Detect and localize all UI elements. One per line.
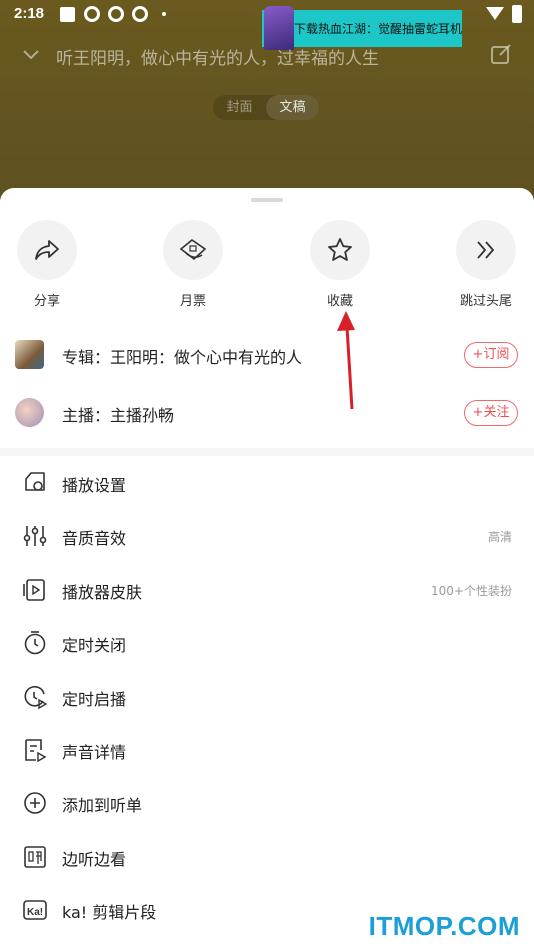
site-watermark: ITMOP.COM xyxy=(368,911,520,941)
equalizer-icon xyxy=(22,523,48,549)
menu-item-label: 播放设置 xyxy=(62,476,127,495)
menu-item-label: 音质音效 xyxy=(62,529,127,549)
menu-item-audio-quality[interactable]: 音质音效 高清 xyxy=(0,509,534,562)
chevron-down-icon[interactable] xyxy=(22,46,40,69)
annotation-arrow-icon xyxy=(337,311,355,410)
menu-item-label: ka! 剪辑片段 xyxy=(62,903,157,923)
notification-app-icon xyxy=(132,6,148,22)
ticket-label: 月票 xyxy=(179,294,206,309)
menu-item-scheduled-play[interactable]: 定时启播 xyxy=(0,670,534,723)
share-icon xyxy=(17,220,77,280)
notification-square-icon xyxy=(60,7,75,22)
more-notifications-dot xyxy=(162,12,166,16)
album-cover-thumbnail xyxy=(15,340,44,369)
menu-item-listen-read[interactable]: 边听边看 xyxy=(0,830,534,883)
menu-item-player-skin[interactable]: 播放器皮肤 100+个性装扮 xyxy=(0,563,534,616)
menu-item-play-settings[interactable]: 播放设置 xyxy=(0,456,534,509)
notification-app-icon xyxy=(108,6,124,22)
add-circle-icon xyxy=(22,790,48,816)
menu-item-label: 定时关闭 xyxy=(62,636,127,656)
star-icon xyxy=(310,220,370,280)
action-row: 分享 月票 收藏 跳过头尾 xyxy=(0,220,534,310)
menu-item-value: 高清 xyxy=(487,530,512,545)
follow-button[interactable]: +关注 xyxy=(464,400,518,426)
play-settings-icon xyxy=(22,470,48,496)
ka-clip-icon: Ka! xyxy=(22,897,48,923)
wifi-icon xyxy=(486,7,504,20)
menu-item-value: 100+个性装扮 xyxy=(431,583,512,598)
document-icon xyxy=(22,737,48,763)
edit-icon[interactable] xyxy=(490,43,512,70)
tab-transcript[interactable]: 文稿 xyxy=(266,95,319,120)
share-button[interactable]: 分享 xyxy=(2,220,92,309)
status-time: 2:18 xyxy=(14,5,45,22)
battery-icon xyxy=(512,5,522,23)
ticket-icon xyxy=(163,220,223,280)
album-row[interactable]: 专辑：王阳明：做个心中有光的人 +订阅 xyxy=(0,330,534,380)
tab-cover[interactable]: 封面 xyxy=(213,95,266,120)
menu-item-label: 边听边看 xyxy=(62,849,127,869)
options-menu: 播放设置 音质音效 高清 播放器皮肤 100+个性装扮 定时关闭 定时启播 声音… xyxy=(0,456,534,937)
skip-intro-outro-button[interactable]: 跳过头尾 xyxy=(441,220,531,309)
menu-item-label: 添加到听单 xyxy=(62,796,143,816)
player-header: 听王阳明，做心中有光的人，过幸福的人生 xyxy=(0,40,534,72)
subscribe-button[interactable]: +订阅 xyxy=(464,342,518,368)
avatar xyxy=(15,398,44,427)
section-divider xyxy=(0,448,534,456)
menu-item-label: 声音详情 xyxy=(62,742,127,762)
more-options-sheet: 分享 月票 收藏 跳过头尾 专辑：王阳明：做个心中有光的人 +订阅 主播：主播孙… xyxy=(0,188,534,950)
timer-play-icon xyxy=(22,684,48,710)
menu-item-label: 播放器皮肤 xyxy=(62,582,143,602)
notification-app-icon xyxy=(84,6,100,22)
menu-item-sound-details[interactable]: 声音详情 xyxy=(0,723,534,776)
player-skin-icon xyxy=(22,577,48,603)
double-chevron-right-icon xyxy=(456,220,516,280)
listen-read-icon xyxy=(22,844,48,870)
sheet-handle[interactable] xyxy=(251,198,283,202)
ticket-button[interactable]: 月票 xyxy=(148,220,238,309)
menu-item-sleep-timer[interactable]: 定时关闭 xyxy=(0,616,534,669)
cover-transcript-toggle[interactable]: 封面 文稿 xyxy=(213,95,319,120)
share-label: 分享 xyxy=(33,294,60,309)
track-title: 听王阳明，做心中有光的人，过幸福的人生 xyxy=(56,49,379,69)
favorite-button[interactable]: 收藏 xyxy=(295,220,385,309)
menu-item-add-to-list[interactable]: 添加到听单 xyxy=(0,776,534,829)
anchor-text: 主播：主播孙畅 xyxy=(62,406,175,425)
ad-text: 下载热血江湖：觉醒抽雷蛇耳机 xyxy=(294,22,463,36)
timer-icon xyxy=(22,630,48,656)
skip-intro-outro-label: 跳过头尾 xyxy=(459,294,512,309)
menu-item-label: 定时启播 xyxy=(62,689,127,709)
album-text: 专辑：王阳明：做个心中有光的人 xyxy=(62,348,303,367)
anchor-row[interactable]: 主播：主播孙畅 +关注 xyxy=(0,388,534,438)
svg-text:Ka!: Ka! xyxy=(27,907,43,918)
